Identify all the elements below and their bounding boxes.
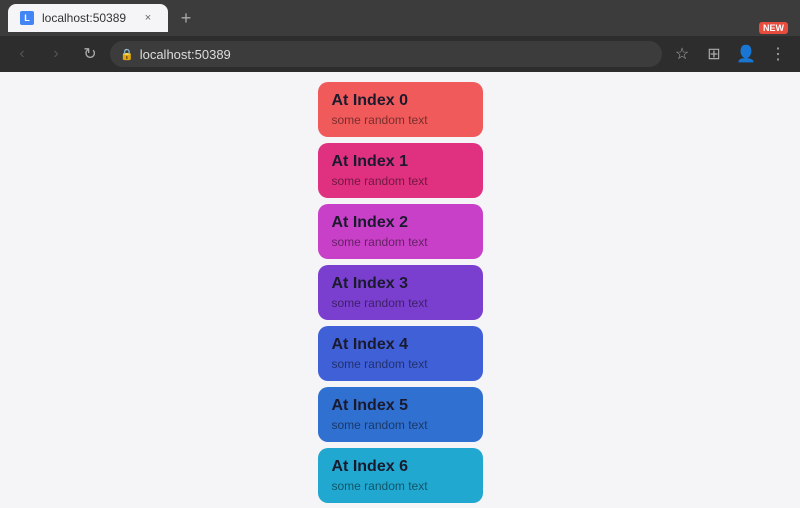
extensions-button[interactable]: ⊞ xyxy=(700,40,728,68)
card-6[interactable]: At Index 6 some random text xyxy=(318,448,483,503)
browser-actions: ☆ ⊞ 👤 ⋮ xyxy=(668,40,792,68)
new-tab-button[interactable]: + xyxy=(172,4,200,32)
card-subtitle-6: some random text xyxy=(332,479,469,493)
card-3[interactable]: At Index 3 some random text xyxy=(318,265,483,320)
forward-button[interactable]: › xyxy=(42,40,70,68)
tab-bar: L localhost:50389 × + NEW xyxy=(0,0,800,36)
card-title-6: At Index 6 xyxy=(332,458,469,476)
card-0[interactable]: At Index 0 some random text xyxy=(318,82,483,137)
address-text: localhost:50389 xyxy=(140,47,231,62)
tab-title: localhost:50389 xyxy=(42,11,126,25)
card-4[interactable]: At Index 4 some random text xyxy=(318,326,483,381)
lock-icon: 🔒 xyxy=(120,48,134,61)
card-1[interactable]: At Index 1 some random text xyxy=(318,143,483,198)
page-content: At Index 0 some random text At Index 1 some… xyxy=(0,72,800,508)
card-title-2: At Index 2 xyxy=(332,214,469,232)
address-bar[interactable]: 🔒 localhost:50389 xyxy=(110,41,662,67)
new-tab-badge: NEW xyxy=(759,22,788,34)
menu-button[interactable]: ⋮ xyxy=(764,40,792,68)
nav-bar: ‹ › ↻ 🔒 localhost:50389 ☆ ⊞ 👤 ⋮ xyxy=(0,36,800,72)
card-subtitle-4: some random text xyxy=(332,357,469,371)
card-title-4: At Index 4 xyxy=(332,336,469,354)
profile-button[interactable]: 👤 xyxy=(732,40,760,68)
active-tab[interactable]: L localhost:50389 × xyxy=(8,4,168,32)
card-subtitle-5: some random text xyxy=(332,418,469,432)
tab-close-button[interactable]: × xyxy=(140,10,156,26)
card-title-5: At Index 5 xyxy=(332,397,469,415)
card-2[interactable]: At Index 2 some random text xyxy=(318,204,483,259)
card-subtitle-0: some random text xyxy=(332,113,469,127)
refresh-button[interactable]: ↻ xyxy=(76,40,104,68)
card-subtitle-3: some random text xyxy=(332,296,469,310)
back-button[interactable]: ‹ xyxy=(8,40,36,68)
browser-window: L localhost:50389 × + NEW ‹ › ↻ 🔒 localh… xyxy=(0,0,800,508)
tab-favicon: L xyxy=(20,11,34,25)
card-title-0: At Index 0 xyxy=(332,92,469,110)
star-button[interactable]: ☆ xyxy=(668,40,696,68)
card-title-1: At Index 1 xyxy=(332,153,469,171)
card-title-3: At Index 3 xyxy=(332,275,469,293)
card-subtitle-2: some random text xyxy=(332,235,469,249)
card-subtitle-1: some random text xyxy=(332,174,469,188)
card-5[interactable]: At Index 5 some random text xyxy=(318,387,483,442)
